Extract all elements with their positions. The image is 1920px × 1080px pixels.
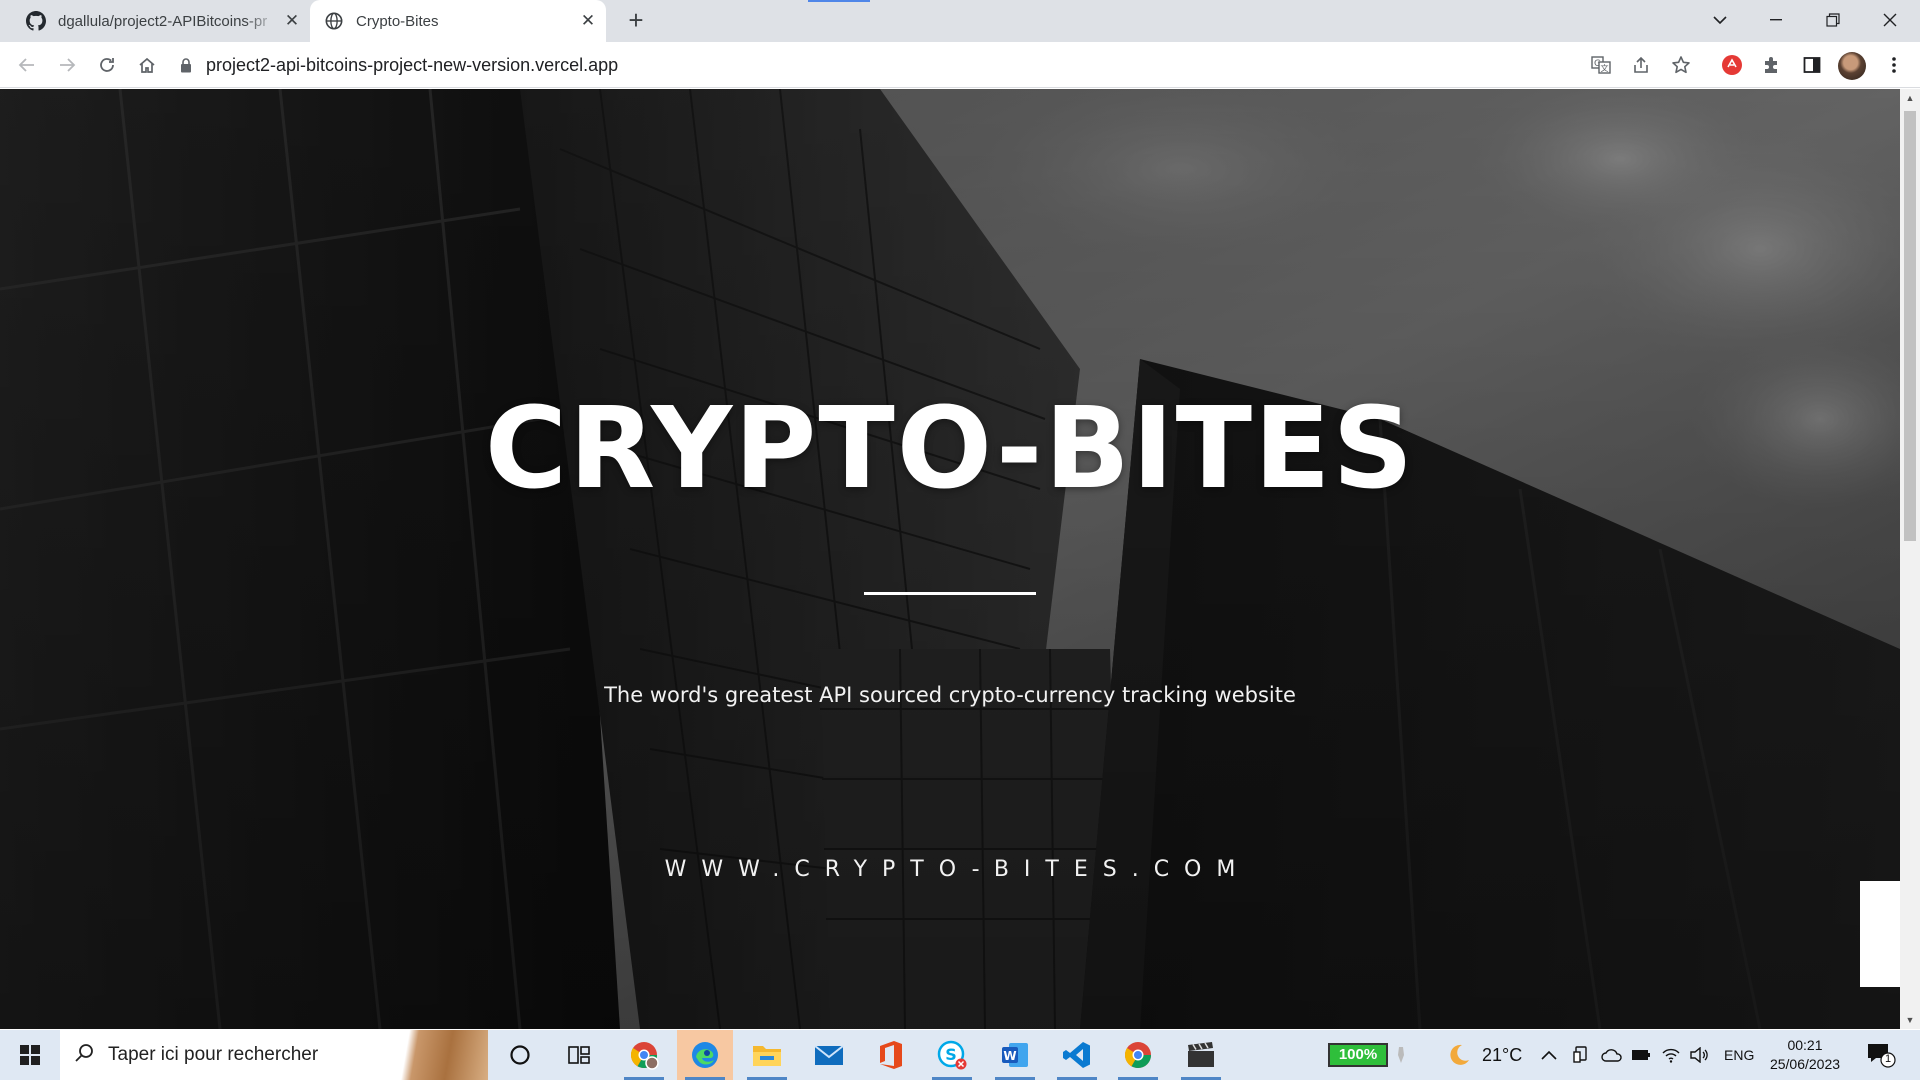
url-text: project2-api-bitcoins-project-new-versio…	[206, 54, 619, 75]
site-address: WWW.CRYPTO-BITES.COM	[664, 857, 1251, 882]
windows-taskbar: Taper ici pour rechercher S W 100% 21°C …	[0, 1030, 1920, 1080]
device-icon[interactable]	[1573, 1030, 1589, 1080]
skype-icon[interactable]: S	[924, 1030, 980, 1080]
chrome-profile-icon[interactable]	[616, 1030, 672, 1080]
office-icon[interactable]	[863, 1030, 919, 1080]
clock-date: 25/06/2023	[1769, 1056, 1841, 1072]
pen-icon[interactable]	[1396, 1030, 1406, 1080]
translate-icon[interactable]: G文	[1587, 51, 1615, 79]
svg-text:文: 文	[1601, 63, 1609, 73]
onedrive-icon[interactable]	[1601, 1030, 1623, 1080]
search-placeholder: Taper ici pour rechercher	[108, 1044, 319, 1065]
tab-title: dgallula/project2-APIBitcoins-pr	[58, 12, 268, 30]
task-view-icon[interactable]	[551, 1030, 607, 1080]
search-icon	[74, 1043, 94, 1068]
volume-icon[interactable]	[1689, 1030, 1709, 1080]
tab-crypto-bites[interactable]: Crypto-Bites ✕	[310, 0, 606, 42]
taskbar-search-box[interactable]: Taper ici pour rechercher	[60, 1030, 488, 1080]
chrome-icon[interactable]	[1110, 1030, 1166, 1080]
page-title: CRYPTO-BITES	[484, 384, 1416, 514]
file-explorer-icon[interactable]	[739, 1030, 795, 1080]
weather-widget[interactable]: 21°C	[1446, 1030, 1522, 1080]
lock-icon[interactable]	[178, 57, 194, 73]
address-bar[interactable]: project2-api-bitcoins-project-new-versio…	[178, 48, 1578, 82]
notification-center-icon[interactable]: 1	[1866, 1042, 1896, 1068]
mail-icon[interactable]	[801, 1030, 857, 1080]
home-icon[interactable]	[133, 51, 161, 79]
wifi-icon[interactable]	[1661, 1030, 1681, 1080]
search-highlight-image	[400, 1030, 488, 1080]
svg-text:W: W	[1003, 1049, 1016, 1063]
scroll-up-icon[interactable]: ▲	[1905, 93, 1915, 103]
share-icon[interactable]	[1627, 51, 1655, 79]
profile-avatar[interactable]	[1838, 52, 1866, 80]
tab-title: Crypto-Bites	[356, 12, 439, 30]
edge-icon[interactable]	[677, 1030, 733, 1080]
hero-subtitle: The word's greatest API sourced crypto-c…	[604, 683, 1296, 707]
svg-text:S: S	[945, 1045, 957, 1064]
close-tab-icon[interactable]: ✕	[282, 11, 302, 31]
back-icon[interactable]	[13, 51, 41, 79]
tab-strip: dgallula/project2-APIBitcoins-pr ✕ Crypt…	[0, 0, 1920, 42]
globe-icon	[324, 11, 344, 31]
tab-search-indicator	[808, 0, 870, 2]
notification-count: 1	[1884, 1053, 1892, 1065]
battery-indicator[interactable]: 100%	[1328, 1043, 1388, 1067]
temperature-text: 21°C	[1482, 1044, 1523, 1065]
word-icon[interactable]: W	[987, 1030, 1043, 1080]
taskbar-clock[interactable]: 00:21 25/06/2023	[1760, 1036, 1850, 1074]
clock-time: 00:21	[1787, 1037, 1823, 1053]
scroll-down-icon[interactable]: ▼	[1905, 1015, 1915, 1025]
scrollbar-thumb[interactable]	[1904, 111, 1916, 541]
extension-red-icon[interactable]	[1718, 51, 1746, 79]
battery-icon[interactable]	[1631, 1030, 1651, 1080]
moon-icon	[1446, 1042, 1472, 1068]
side-panel-icon[interactable]	[1798, 51, 1826, 79]
bookmark-star-icon[interactable]	[1667, 51, 1695, 79]
tab-search-icon[interactable]	[1700, 4, 1740, 36]
vertical-scrollbar[interactable]: ▲ ▼	[1900, 89, 1920, 1029]
side-panel-tab[interactable]	[1860, 881, 1900, 987]
clapper-icon[interactable]	[1173, 1030, 1229, 1080]
new-tab-button[interactable]: +	[622, 7, 650, 35]
minimize-icon[interactable]	[1756, 4, 1796, 36]
cortana-icon[interactable]	[492, 1030, 548, 1080]
language-indicator[interactable]: ENG	[1724, 1030, 1754, 1080]
menu-kebab-icon[interactable]	[1880, 51, 1908, 79]
github-icon	[26, 11, 46, 31]
hero-section: CRYPTO-BITES The word's greatest API sou…	[0, 89, 1900, 1029]
tab-github[interactable]: dgallula/project2-APIBitcoins-pr ✕	[0, 0, 310, 42]
page-viewport: CRYPTO-BITES The word's greatest API sou…	[0, 89, 1900, 1029]
title-divider	[864, 592, 1036, 595]
show-hidden-icons-icon[interactable]	[1541, 1030, 1557, 1080]
reload-icon[interactable]	[93, 51, 121, 79]
forward-icon[interactable]	[53, 51, 81, 79]
browser-toolbar: project2-api-bitcoins-project-new-versio…	[0, 42, 1920, 88]
vscode-icon[interactable]	[1049, 1030, 1105, 1080]
close-tab-icon[interactable]: ✕	[578, 11, 598, 31]
restore-icon[interactable]	[1813, 4, 1853, 36]
windows-start-icon[interactable]	[0, 1030, 60, 1080]
extensions-puzzle-icon[interactable]	[1758, 51, 1786, 79]
close-window-icon[interactable]	[1870, 4, 1910, 36]
